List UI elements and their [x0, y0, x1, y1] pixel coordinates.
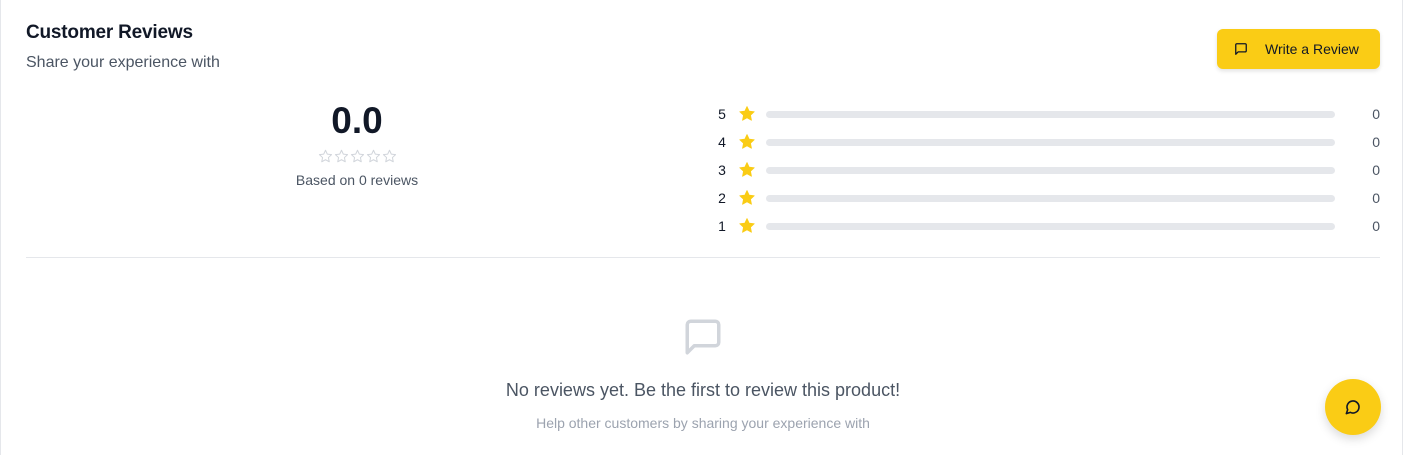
empty-state-title: No reviews yet. Be the first to review t…	[505, 380, 901, 400]
star-empty-icon	[382, 149, 396, 163]
rating-row: 40	[713, 128, 1380, 156]
rating-progress-bar	[766, 166, 1335, 174]
rating-row-stars: 2	[718, 190, 726, 206]
rating-progress-bar	[766, 222, 1335, 230]
empty-state: No reviews yet. Be the first to review t…	[353, 316, 1053, 431]
rating-row-count: 0	[1372, 106, 1380, 122]
star-icon	[739, 190, 755, 205]
section-divider	[26, 257, 1380, 258]
rating-progress-bar	[766, 138, 1335, 146]
rating-row-count: 0	[1372, 162, 1380, 178]
empty-state-subtitle: Help other customers by sharing your exp…	[536, 415, 870, 431]
rating-progress-bar	[766, 194, 1335, 202]
chat-fab-button[interactable]	[1325, 379, 1381, 435]
rating-row-stars: 5	[718, 106, 726, 122]
star-empty-icon	[350, 149, 364, 163]
star-icon	[739, 134, 755, 149]
rating-progress-bar	[766, 110, 1335, 118]
rating-row: 10	[713, 212, 1380, 240]
write-review-label: Write a Review	[1265, 41, 1359, 57]
rating-summary: 0.0 Based on 0 reviews	[257, 96, 457, 188]
review-count-text: Based on 0 reviews	[295, 172, 419, 188]
rating-row-stars: 4	[718, 134, 726, 150]
rating-row-count: 0	[1372, 190, 1380, 206]
rating-row: 50	[713, 100, 1380, 128]
star-icon	[739, 218, 755, 233]
rating-row-stars: 1	[718, 218, 726, 234]
write-review-button[interactable]: Write a Review	[1217, 29, 1380, 69]
star-empty-icon	[334, 149, 348, 163]
star-icon	[739, 106, 755, 121]
rating-distribution: 5040302010	[713, 100, 1380, 240]
rating-row: 30	[713, 156, 1380, 184]
page-subtitle: Share your experience with	[26, 54, 220, 71]
message-square-icon	[685, 319, 721, 355]
chat-bubble-icon	[1345, 400, 1360, 415]
rating-row-count: 0	[1372, 134, 1380, 150]
summary-star-rating	[257, 149, 457, 164]
rating-row-count: 0	[1372, 218, 1380, 234]
reviews-header: Customer Reviews Share your experience w…	[26, 22, 220, 72]
average-rating: 0.0	[331, 100, 383, 141]
star-empty-icon	[366, 149, 380, 163]
page-title: Customer Reviews	[26, 22, 193, 43]
message-square-icon	[1235, 43, 1247, 55]
rating-row: 20	[713, 184, 1380, 212]
reviews-panel: Customer Reviews Share your experience w…	[0, 0, 1403, 455]
star-empty-icon	[318, 149, 332, 163]
rating-row-stars: 3	[718, 162, 726, 178]
star-icon	[739, 162, 755, 177]
